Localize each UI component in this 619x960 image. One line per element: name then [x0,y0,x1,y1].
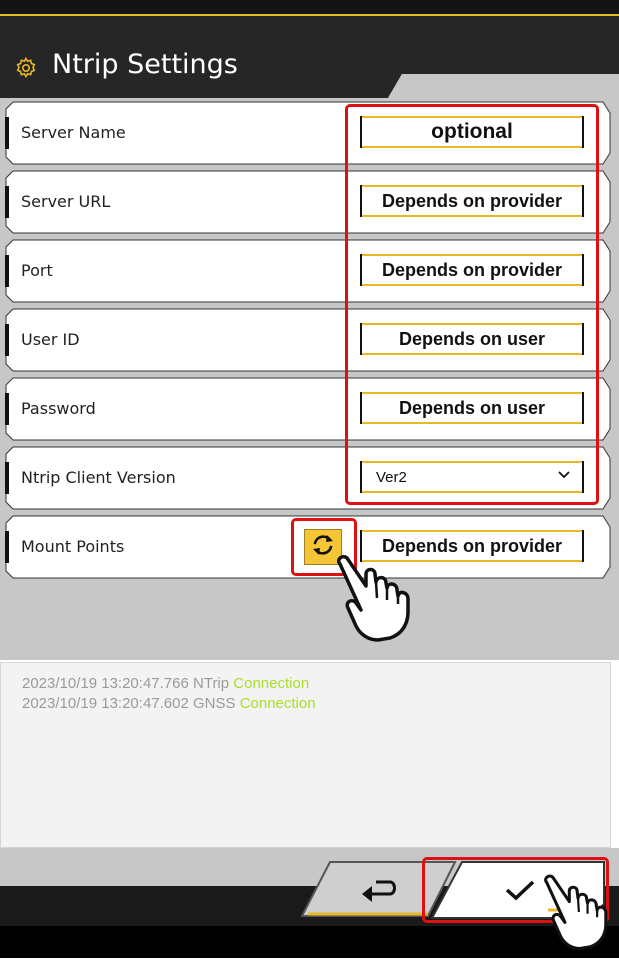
gear-icon [14,56,38,80]
pointing-hand-icon [538,868,618,960]
user-id-label: User ID [21,330,80,349]
log-status: Connection [239,695,316,712]
password-label: Password [21,399,96,418]
pointing-hand-icon [330,552,422,648]
row-server-url: Server URL Depends on provider [5,170,611,234]
server-name-label: Server Name [21,123,126,142]
footer-black-band [0,926,619,958]
log-source: GNSS [193,695,236,712]
log-entry: 2023/10/19 13:20:47.602 GNSS Connection [22,695,316,712]
row-ntrip-client-version: Ntrip Client Version Ver2 [5,446,611,510]
server-name-input[interactable]: optional [360,116,584,148]
row-port: Port Depends on provider [5,239,611,303]
page-title: Ntrip Settings [52,49,238,80]
server-url-label: Server URL [21,192,111,211]
password-input[interactable]: Depends on user [360,392,584,424]
checkmark-icon [504,878,536,906]
port-input[interactable]: Depends on provider [360,254,584,286]
row-password: Password Depends on user [5,377,611,441]
log-timestamp: 2023/10/19 13:20:47.766 [22,675,189,692]
return-arrow-icon [360,874,400,908]
chevron-down-icon [556,467,572,483]
top-status-bar [0,0,619,16]
row-server-name: Server Name optional [5,101,611,165]
user-id-input[interactable]: Depends on user [360,323,584,355]
ntrip-client-version-label: Ntrip Client Version [21,468,176,487]
log-entry: 2023/10/19 13:20:47.766 NTrip Connection [22,675,309,692]
ntrip-client-version-value: Ver2 [376,468,407,486]
log-status: Connection [233,675,310,692]
header-bar: Ntrip Settings [0,16,619,98]
ntrip-client-version-select[interactable]: Ver2 [360,461,584,493]
row-mount-points: Mount Points Depends on provider [5,515,611,579]
log-timestamp: 2023/10/19 13:20:47.602 [22,695,189,712]
port-label: Port [21,261,53,280]
log-panel[interactable]: 2023/10/19 13:20:47.766 NTrip Connection… [0,662,611,848]
log-source: NTrip [193,675,230,692]
server-url-input[interactable]: Depends on provider [360,185,584,217]
row-user-id: User ID Depends on user [5,308,611,372]
mount-points-label: Mount Points [21,537,125,556]
